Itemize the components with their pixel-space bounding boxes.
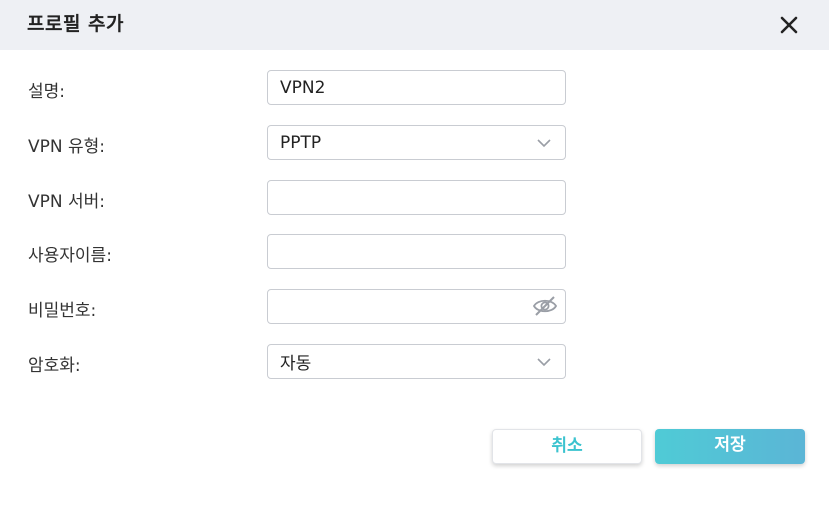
password-label: 비밀번호:: [28, 301, 97, 321]
password-row: 비밀번호:: [0, 289, 829, 324]
close-icon: [780, 16, 798, 34]
toggle-password-visibility[interactable]: [532, 295, 558, 317]
vpn-server-label: VPN 서버:: [28, 192, 106, 212]
vpn-type-row: VPN 유형: PPTP: [0, 125, 829, 160]
vpn-server-row: VPN 서버:: [0, 180, 829, 215]
close-button[interactable]: [776, 12, 802, 38]
encryption-label: 암호화:: [28, 356, 81, 376]
eye-off-icon: [532, 296, 558, 316]
username-label: 사용자이름:: [28, 246, 112, 266]
add-profile-dialog: 프로필 추가 설명: VPN 유형: PPTP VPN 서버: 사용자이름: 비…: [0, 0, 829, 509]
description-row: 설명:: [0, 70, 829, 105]
password-input[interactable]: [267, 289, 566, 324]
vpn-type-value: PPTP: [280, 132, 322, 153]
chevron-down-icon: [537, 358, 551, 367]
dialog-title: 프로필 추가: [27, 13, 125, 35]
chevron-down-icon: [537, 139, 551, 148]
encryption-select[interactable]: 자동: [267, 344, 566, 379]
vpn-server-input[interactable]: [267, 180, 566, 215]
vpn-type-label: VPN 유형:: [28, 137, 106, 157]
username-row: 사용자이름:: [0, 234, 829, 269]
description-input[interactable]: [267, 70, 566, 105]
dialog-header: 프로필 추가: [0, 0, 829, 50]
vpn-type-select[interactable]: PPTP: [267, 125, 566, 160]
cancel-button[interactable]: 취소: [492, 429, 642, 464]
save-button[interactable]: 저장: [655, 429, 805, 464]
description-label: 설명:: [28, 82, 66, 102]
encryption-row: 암호화: 자동: [0, 344, 829, 379]
encryption-value: 자동: [280, 354, 312, 374]
username-input[interactable]: [267, 234, 566, 269]
